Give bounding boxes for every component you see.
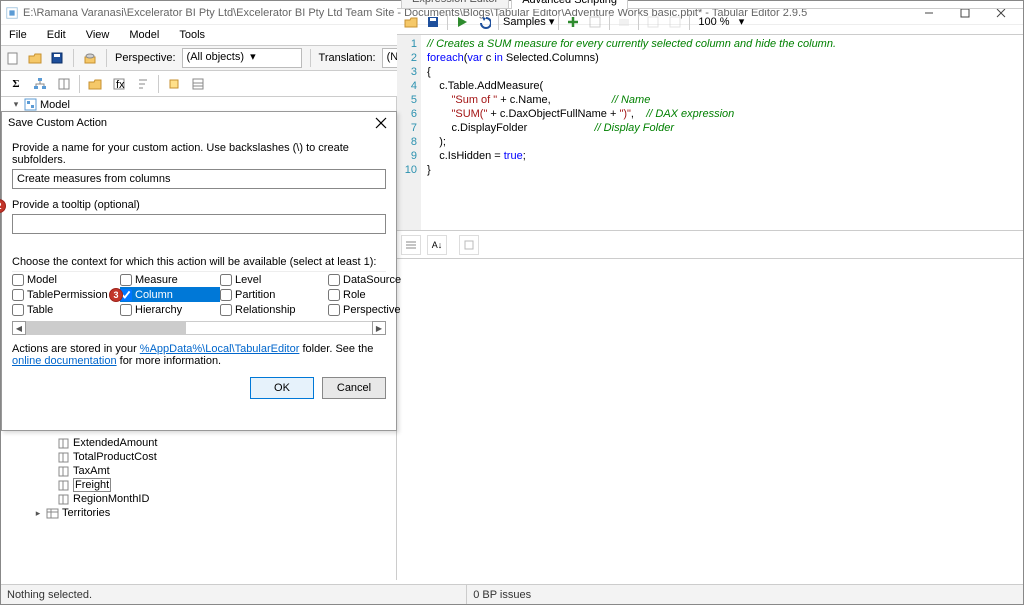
dialog-close-button[interactable] [372, 114, 390, 132]
status-selection: Nothing selected. [1, 585, 467, 604]
icon-c[interactable] [665, 12, 685, 32]
online-docs-link[interactable]: online documentation [12, 355, 117, 367]
callout-badge-3: 3 [109, 288, 123, 302]
dialog-title: Save Custom Action [8, 117, 372, 129]
appdata-link[interactable]: %AppData%\Local\TabularEditor [140, 343, 300, 355]
sort-icon[interactable] [132, 73, 154, 95]
ctx-measure-checkbox[interactable] [120, 274, 132, 286]
menu-view[interactable]: View [86, 29, 110, 41]
tree-item[interactable]: TotalProductCost [73, 451, 157, 463]
status-bar: Nothing selected. 0 BP issues [1, 584, 1023, 604]
open-script-icon[interactable] [401, 12, 421, 32]
tooltip-prompt-label: Provide a tooltip (optional) [12, 199, 386, 211]
menu-file[interactable]: File [9, 29, 27, 41]
icon-a[interactable] [614, 12, 634, 32]
prop-alpha-icon[interactable]: A↓ [427, 235, 447, 255]
svg-text:fx: fx [116, 79, 125, 91]
sigma-icon[interactable]: Σ [5, 73, 27, 95]
app-icon [5, 6, 19, 20]
save-icon[interactable] [49, 50, 65, 66]
tree-pane: ▾ Model ExtendedAmount TotalProductCost … [1, 97, 397, 580]
prop-pages-icon[interactable] [459, 235, 479, 255]
ctx-role-checkbox[interactable] [328, 289, 340, 301]
hierarchy-icon[interactable] [29, 73, 51, 95]
tree-item[interactable]: RegionMonthID [73, 493, 149, 505]
menu-model[interactable]: Model [129, 29, 159, 41]
translation-label: Translation: [319, 52, 376, 64]
code-editor[interactable]: 12345678910 // Creates a SUM measure for… [397, 35, 1023, 231]
name-prompt-label: Provide a name for your custom action. U… [12, 142, 386, 166]
action-name-input[interactable] [12, 169, 386, 189]
tree-item[interactable]: TaxAmt [73, 465, 110, 477]
properties-toolbar: A↓ [397, 231, 1023, 259]
prop-categorized-icon[interactable] [401, 235, 421, 255]
save-custom-action-dialog: Save Custom Action Provide a name for yo… [1, 111, 397, 431]
ctx-tablepermission-checkbox[interactable] [12, 289, 24, 301]
tree-item-territories[interactable]: Territories [62, 507, 110, 519]
script-toolbar: Samples ▾ 100 % ▾ [397, 9, 1023, 35]
tooltip-input[interactable] [12, 214, 386, 234]
context-prompt-label: Choose the context for which this action… [12, 256, 386, 268]
ctx-hierarchy-checkbox[interactable] [120, 304, 132, 316]
tab-advanced-scripting[interactable]: Advanced Scripting [511, 0, 628, 9]
context-scrollbar[interactable]: ◀▶ [12, 321, 386, 335]
line-gutter: 12345678910 [397, 35, 421, 230]
samples-dropdown[interactable]: Samples ▾ [503, 15, 554, 28]
ok-button[interactable]: OK [250, 377, 314, 399]
table-icon[interactable] [187, 73, 209, 95]
ctx-level-checkbox[interactable] [220, 274, 232, 286]
zoom-select[interactable]: 100 % ▾ [698, 15, 744, 28]
perspective-select[interactable]: (All objects) ▾ [182, 48, 302, 68]
dialog-footer-text: Actions are stored in your %AppData%\Loc… [12, 335, 386, 367]
connect-icon[interactable] [82, 50, 98, 66]
save-script-icon[interactable] [423, 12, 443, 32]
edit-action-icon[interactable] [585, 12, 605, 32]
editor-tabs: Expression Editor Advanced Scripting 1 [397, 0, 1023, 9]
status-bp-issues: 0 BP issues [467, 585, 1023, 604]
ctx-perspective-checkbox[interactable] [328, 304, 340, 316]
folder-icon[interactable] [84, 73, 106, 95]
new-icon[interactable] [5, 50, 21, 66]
tree-model-label[interactable]: Model [40, 99, 70, 111]
ctx-datasource-checkbox[interactable] [328, 274, 340, 286]
ctx-model-checkbox[interactable] [12, 274, 24, 286]
icon-b[interactable] [643, 12, 663, 32]
ctx-partition-checkbox[interactable] [220, 289, 232, 301]
run-icon[interactable] [452, 12, 472, 32]
tree-item-focused[interactable]: Freight [73, 478, 111, 492]
add-action-icon[interactable] [563, 12, 583, 32]
tab-expression-editor[interactable]: Expression Editor [401, 0, 509, 8]
ctx-relationship-checkbox[interactable] [220, 304, 232, 316]
open-icon[interactable] [27, 50, 43, 66]
perspective-label: Perspective: [115, 52, 176, 64]
measure-icon[interactable]: fx [108, 73, 130, 95]
ctx-table-checkbox[interactable] [12, 304, 24, 316]
highlight-icon[interactable] [163, 73, 185, 95]
column-icon[interactable] [53, 73, 75, 95]
tree-item[interactable]: ExtendedAmount [73, 437, 157, 449]
undo-run-icon[interactable] [474, 12, 494, 32]
callout-badge-2: 2 [0, 199, 6, 213]
model-icon [24, 98, 37, 111]
menu-edit[interactable]: Edit [47, 29, 66, 41]
cancel-button[interactable]: Cancel [322, 377, 386, 399]
menu-tools[interactable]: Tools [179, 29, 205, 41]
